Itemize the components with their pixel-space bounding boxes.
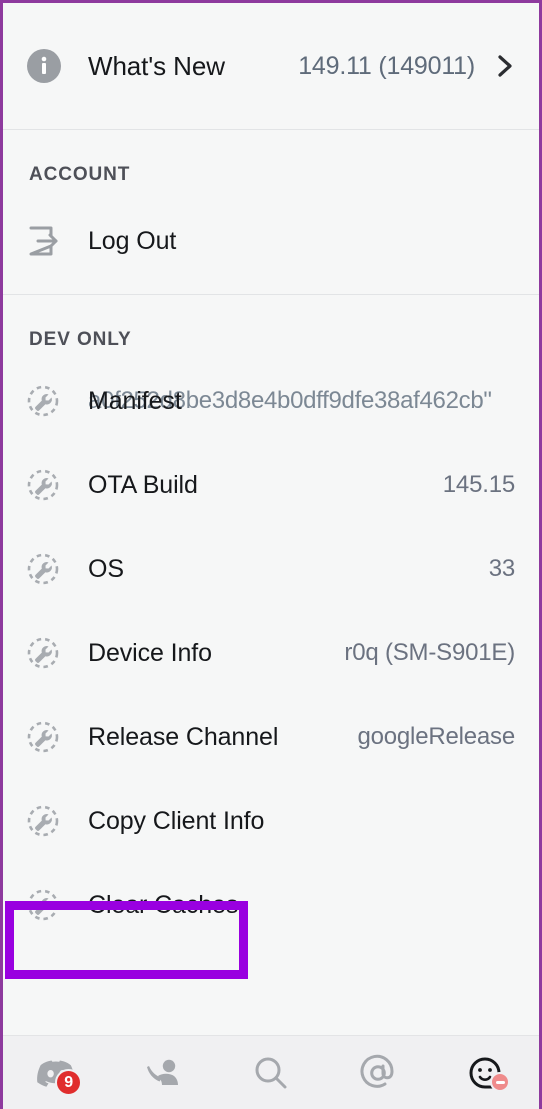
dev-row-ota-build-value: 145.15 — [442, 471, 515, 498]
nav-item-servers[interactable]: 9 — [3, 1036, 110, 1109]
wrench-icon — [25, 887, 71, 923]
dev-row-os-value: 33 — [488, 555, 515, 582]
dev-row-copy-client-info[interactable]: Copy Client Info — [3, 779, 539, 863]
whats-new-section: What's New 149.11 (149011) — [3, 3, 539, 129]
wrench-icon — [25, 635, 71, 671]
info-icon — [25, 47, 71, 85]
dev-row-release-channel[interactable]: Release Channel googleRelease — [3, 695, 539, 779]
dev-row-ota-build[interactable]: OTA Build 145.15 — [3, 443, 539, 527]
dev-row-manifest[interactable]: a0f252d8be3d8e4b0dff9dfe38af462cb" Manif… — [3, 359, 539, 443]
log-out-row[interactable]: Log Out — [3, 194, 539, 294]
whats-new-value: 149.11 (149011) — [298, 51, 475, 80]
logout-icon — [25, 223, 71, 259]
bottom-navigation-bar: 9 — [3, 1035, 539, 1109]
wrench-icon — [25, 803, 71, 839]
dev-row-ota-build-label: OTA Build — [88, 470, 198, 499]
dev-row-copy-client-info-label: Copy Client Info — [88, 806, 265, 835]
dev-row-manifest-label: Manifest — [88, 386, 182, 415]
status-badge-do-not-disturb — [490, 1072, 511, 1092]
wrench-icon — [25, 551, 71, 587]
account-section: ACCOUNT Log Out — [3, 130, 539, 294]
friends-icon — [146, 1059, 178, 1085]
dev-row-device-info[interactable]: Device Info r0q (SM-S901E) — [3, 611, 539, 695]
dev-row-clear-caches-label: Clear Caches — [88, 890, 239, 919]
nav-item-profile[interactable] — [432, 1036, 539, 1109]
dev-row-device-info-label: Device Info — [88, 638, 212, 667]
nav-item-friends[interactable] — [110, 1036, 217, 1109]
dev-row-release-channel-value: googleRelease — [357, 723, 515, 750]
wrench-icon — [25, 383, 71, 419]
nav-item-search[interactable] — [217, 1036, 324, 1109]
account-section-header: ACCOUNT — [29, 164, 131, 185]
at-mention-icon — [360, 1054, 394, 1088]
chevron-right-icon[interactable] — [495, 52, 515, 80]
wrench-icon — [25, 719, 71, 755]
dnd-bar-icon — [495, 1080, 505, 1084]
dev-row-clear-caches[interactable]: Clear Caches — [3, 863, 539, 947]
settings-screen: What's New 149.11 (149011) ACCOUNT Log O… — [0, 0, 542, 1109]
dev-row-os-label: OS — [88, 554, 124, 583]
wrench-icon — [25, 467, 71, 503]
dev-row-device-info-value: r0q (SM-S901E) — [344, 639, 515, 666]
whats-new-label: What's New — [88, 50, 225, 81]
nav-item-mentions[interactable] — [325, 1036, 432, 1109]
servers-unread-badge: 9 — [55, 1069, 83, 1096]
dev-row-release-channel-label: Release Channel — [88, 722, 279, 751]
whats-new-row[interactable]: What's New 149.11 (149011) — [3, 3, 539, 129]
dev-only-section: DEV ONLY a0f252d8be3d8e4b0dff9dfe38af462… — [3, 295, 539, 947]
dev-row-os[interactable]: OS 33 — [3, 527, 539, 611]
dev-only-section-header: DEV ONLY — [29, 329, 132, 350]
search-icon — [255, 1057, 287, 1088]
log-out-label: Log Out — [88, 226, 177, 255]
